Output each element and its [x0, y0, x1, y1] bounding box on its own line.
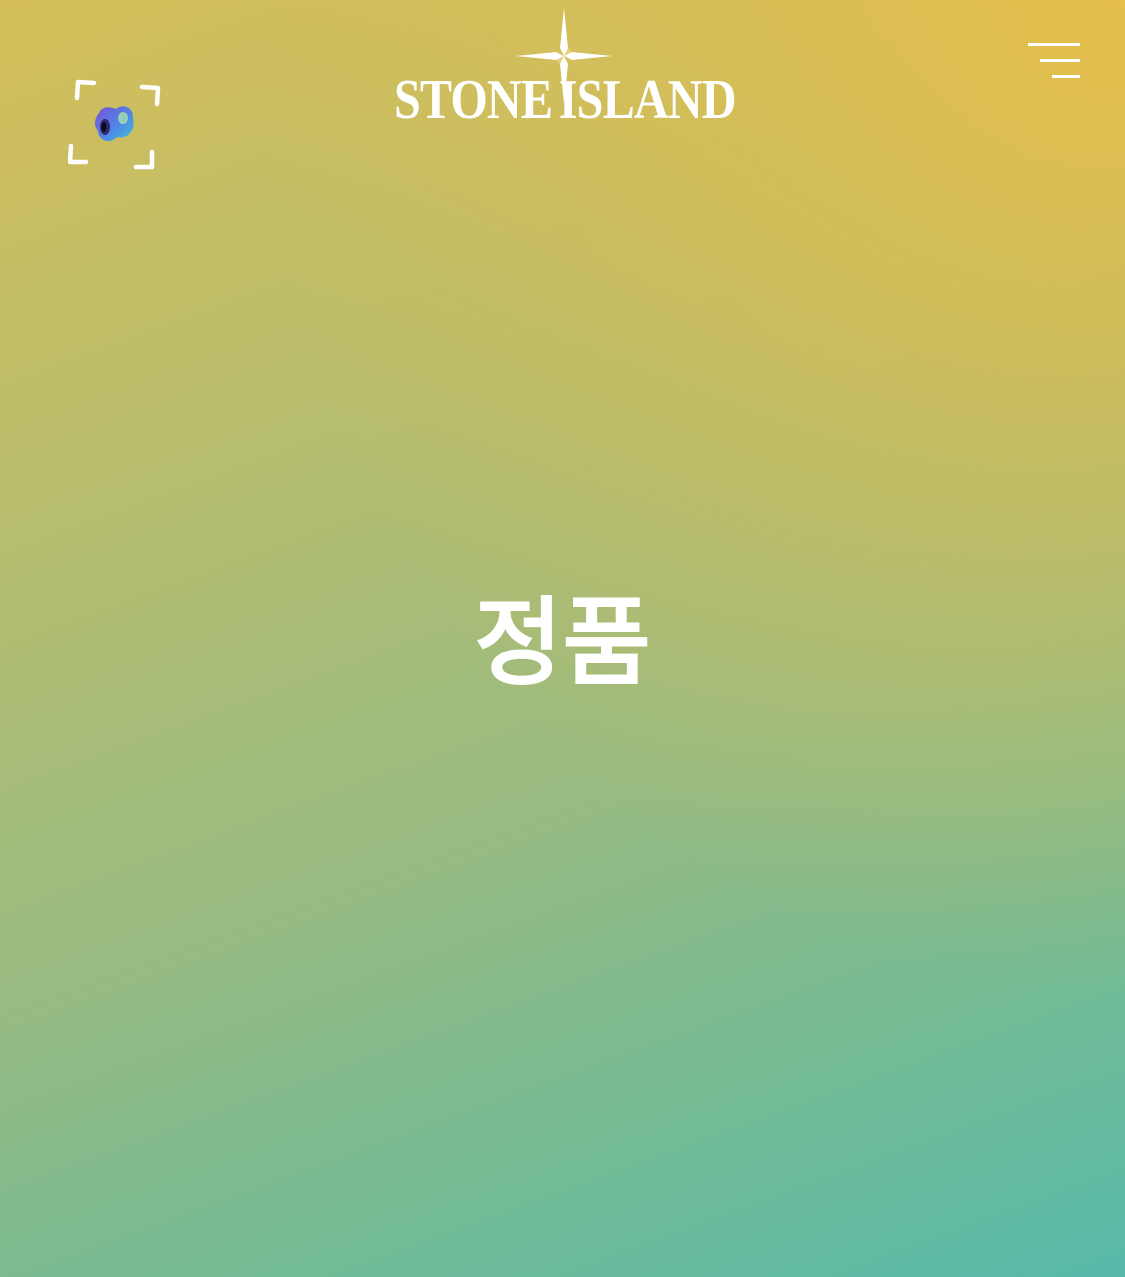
menu-line — [1028, 43, 1080, 46]
brand-name-right: ISLAND — [559, 69, 737, 131]
menu-button[interactable] — [1024, 40, 1082, 84]
page-title: 정품 — [474, 587, 651, 699]
menu-line — [1040, 59, 1080, 62]
brand-name-left: STONE — [394, 69, 553, 131]
menu-line — [1052, 75, 1080, 78]
scan-frame-icon — [68, 79, 161, 170]
orb-icon — [95, 106, 134, 142]
brand-logo[interactable]: STONE ISLAND — [392, 6, 738, 130]
scan-button[interactable] — [68, 78, 162, 172]
